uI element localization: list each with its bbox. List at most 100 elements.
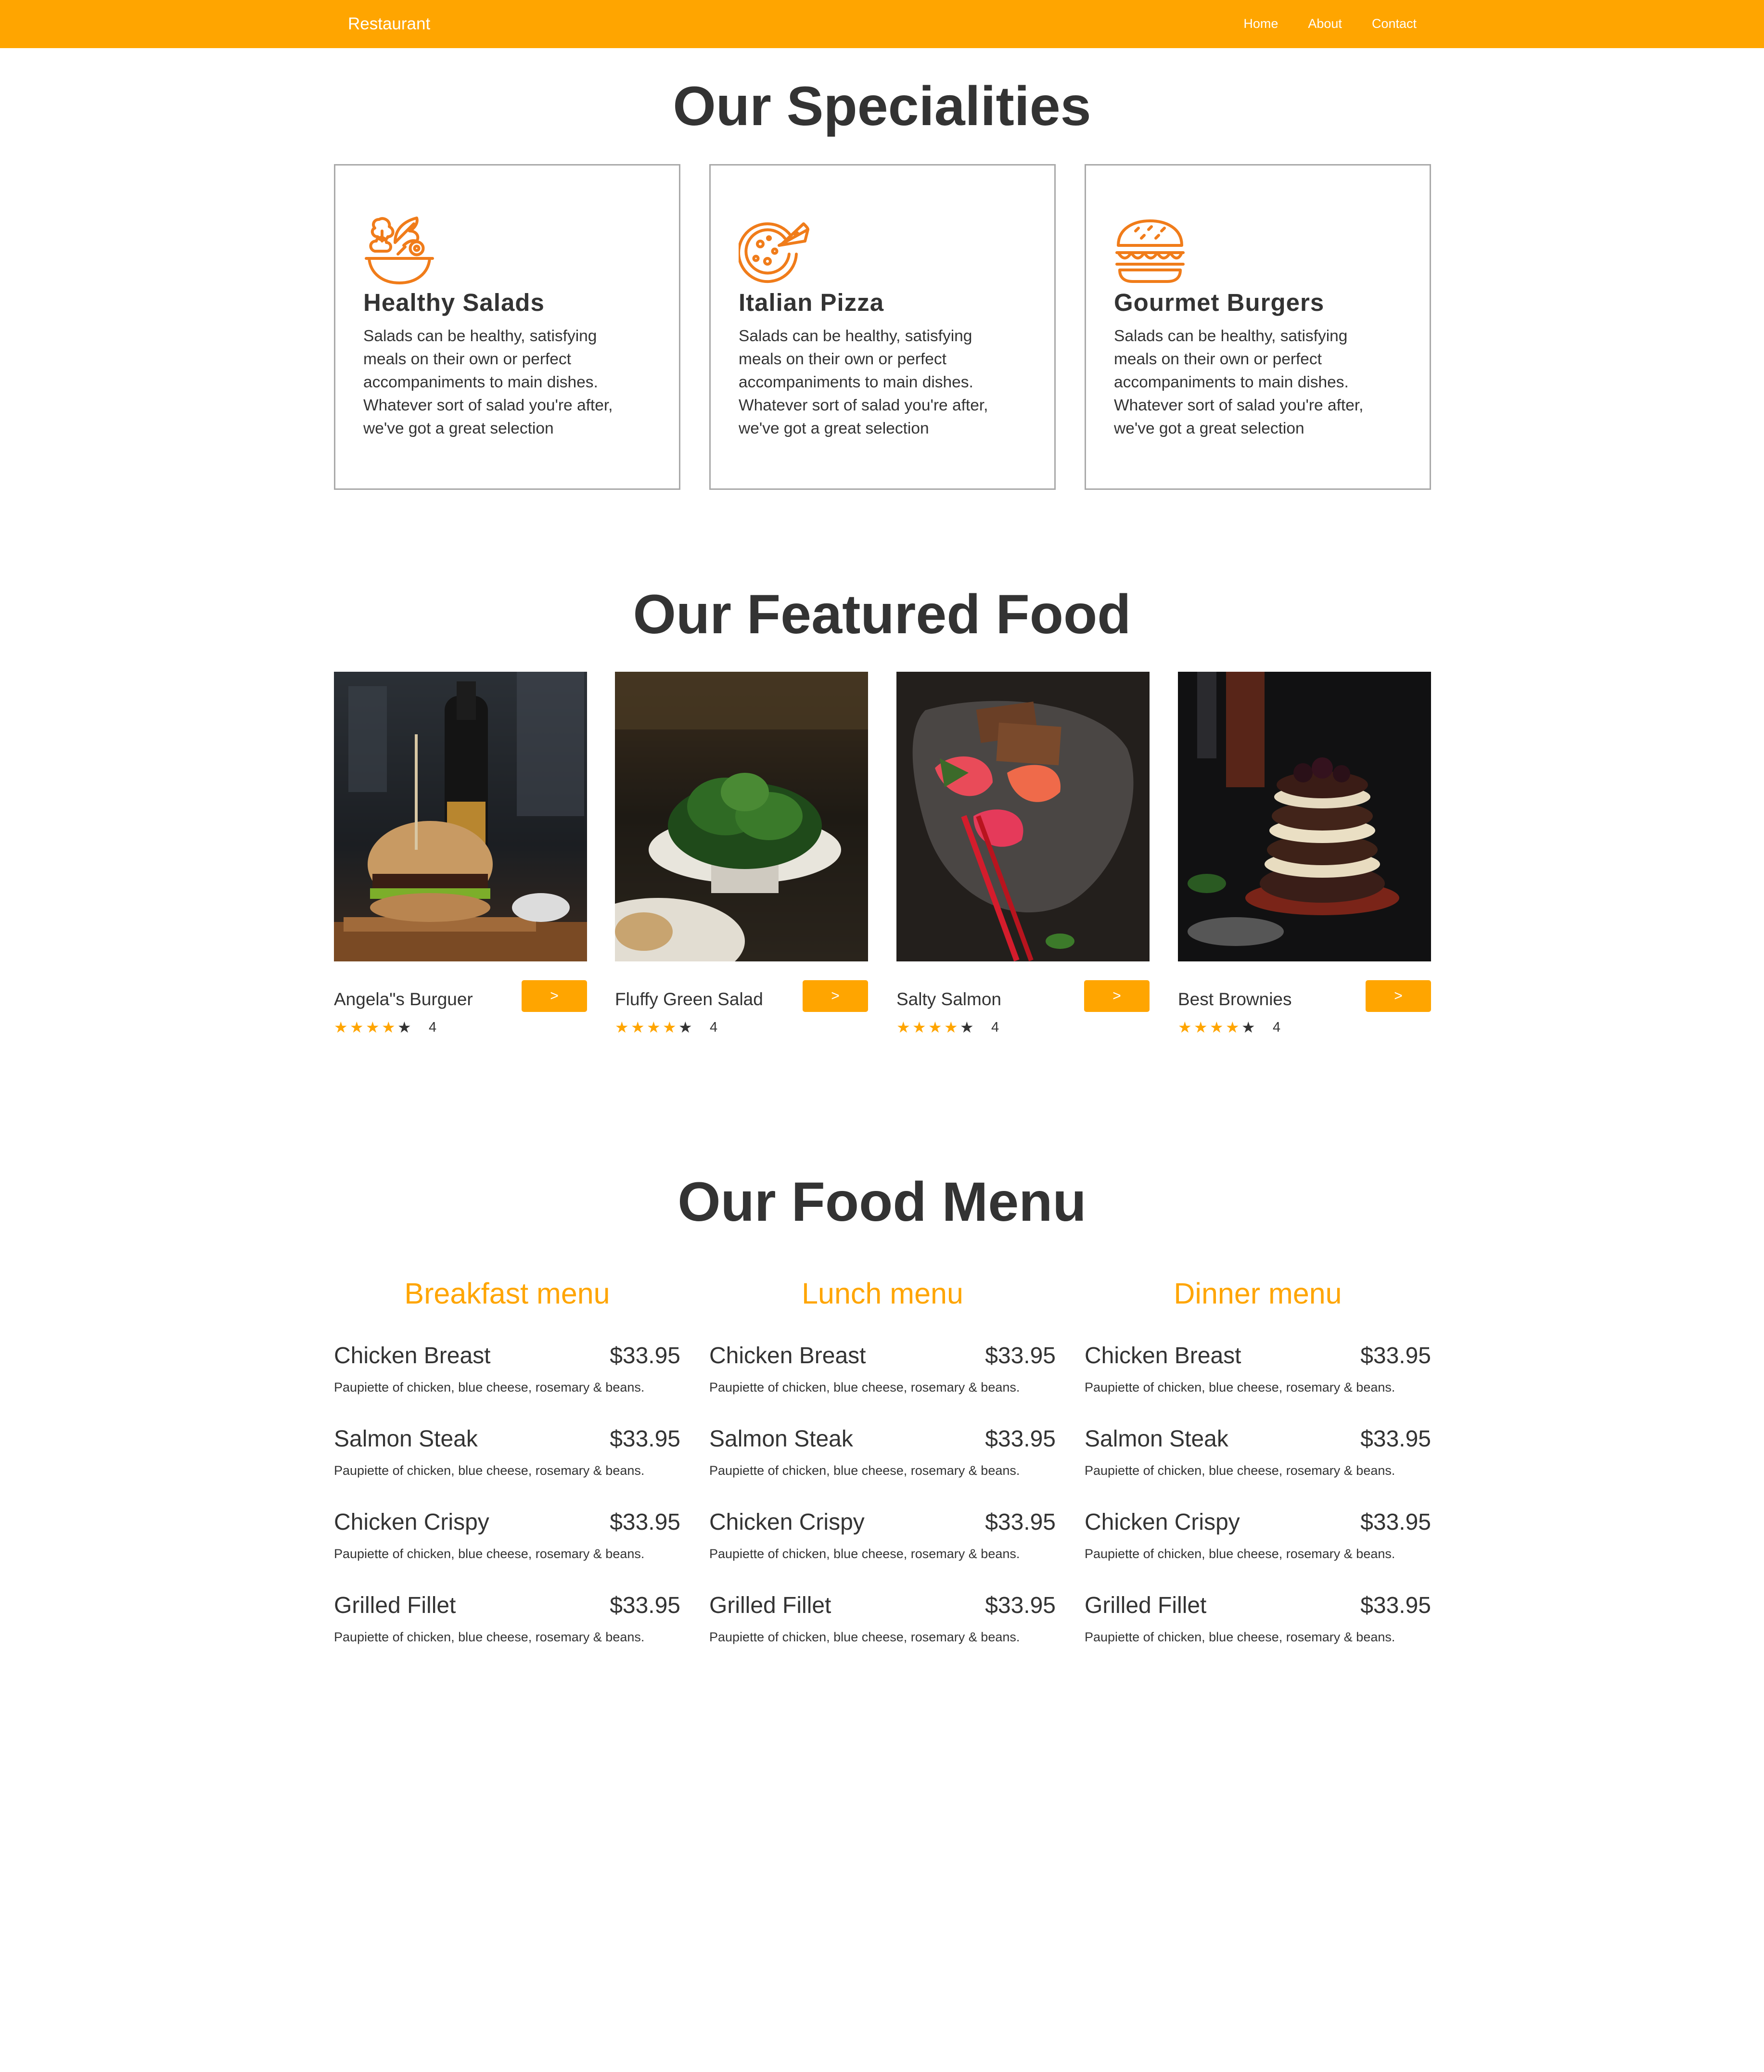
menu-title: Our Food Menu xyxy=(677,1171,1087,1233)
food-rating: ★ ★ ★ ★ ★ 4 xyxy=(896,1019,999,1036)
menu-item-price: $33.95 xyxy=(610,1426,680,1452)
menu-item-name: Chicken Breast xyxy=(709,1343,866,1369)
menu-item-description: Paupiette of chicken, blue cheese, rosem… xyxy=(1085,1380,1395,1394)
menu-item-price: $33.95 xyxy=(610,1343,680,1369)
speciality-description: Salads can be healthy, satisfying meals … xyxy=(363,327,613,437)
menu-item-description: Paupiette of chicken, blue cheese, rosem… xyxy=(334,1463,645,1478)
food-rating: ★ ★ ★ ★ ★ 4 xyxy=(334,1019,436,1036)
speciality-card-salads: Healthy Salads Salads can be healthy, sa… xyxy=(334,164,680,490)
food-name: Angela"s Burguer xyxy=(334,989,473,1009)
brand-logo[interactable]: Restaurant xyxy=(348,14,430,34)
star-icon: ★ xyxy=(1226,1019,1240,1036)
star-icon: ★ xyxy=(631,1019,645,1036)
speciality-card-burgers: Gourmet Burgers Salads can be healthy, s… xyxy=(1085,164,1431,490)
menu-item-price: $33.95 xyxy=(985,1343,1056,1369)
food-image-brownies[interactable] xyxy=(1178,672,1431,961)
food-name: Salty Salmon xyxy=(896,989,1001,1009)
star-icon: ★ xyxy=(350,1019,364,1036)
food-details-button[interactable]: > xyxy=(1084,980,1150,1012)
food-details-button[interactable]: > xyxy=(522,980,587,1012)
menu-item-name: Salmon Steak xyxy=(709,1426,853,1452)
nav-links: Home About Contact xyxy=(1214,15,1417,32)
menu-heading-lunch: Lunch menu xyxy=(802,1277,963,1310)
speciality-description: Salads can be healthy, satisfying meals … xyxy=(1114,327,1364,437)
star-icon: ★ xyxy=(960,1019,974,1036)
food-details-button[interactable]: > xyxy=(803,980,868,1012)
star-icon: ★ xyxy=(1178,1019,1192,1036)
food-image-salmon[interactable] xyxy=(896,672,1150,961)
menu-item-name: Grilled Fillet xyxy=(334,1593,456,1618)
star-icon: ★ xyxy=(334,1019,348,1036)
nav-link-about[interactable]: About xyxy=(1308,15,1342,32)
food-details-button[interactable]: > xyxy=(1366,980,1431,1012)
speciality-card-pizza: Italian Pizza Salads can be healthy, sat… xyxy=(709,164,1056,490)
star-icon: ★ xyxy=(647,1019,661,1036)
star-icon: ★ xyxy=(678,1019,692,1036)
menu-heading-dinner: Dinner menu xyxy=(1174,1277,1342,1310)
rating-value: 4 xyxy=(1273,1020,1281,1035)
menu-item-name: Chicken Crispy xyxy=(709,1509,865,1535)
rating-value: 4 xyxy=(710,1020,718,1035)
food-image-salad[interactable] xyxy=(615,672,868,961)
menu-item-price: $33.95 xyxy=(610,1593,680,1618)
menu-item-description: Paupiette of chicken, blue cheese, rosem… xyxy=(709,1463,1020,1478)
food-name: Fluffy Green Salad xyxy=(615,989,763,1009)
menu-heading-breakfast: Breakfast menu xyxy=(404,1277,610,1310)
star-icon: ★ xyxy=(397,1019,411,1036)
star-icon: ★ xyxy=(944,1019,958,1036)
menu-item-description: Paupiette of chicken, blue cheese, rosem… xyxy=(709,1547,1020,1561)
speciality-title: Gourmet Burgers xyxy=(1114,289,1325,316)
menu-item-price: $33.95 xyxy=(1360,1509,1431,1535)
menu-item-price: $33.95 xyxy=(985,1509,1056,1535)
nav-link-contact[interactable]: Contact xyxy=(1372,15,1417,32)
star-icon: ★ xyxy=(1210,1019,1224,1036)
food-rating: ★ ★ ★ ★ ★ 4 xyxy=(615,1019,717,1036)
menu-item-price: $33.95 xyxy=(1360,1426,1431,1452)
star-icon: ★ xyxy=(366,1019,380,1036)
star-icon: ★ xyxy=(615,1019,629,1036)
menu-item-price: $33.95 xyxy=(610,1509,680,1535)
menu-item-name: Salmon Steak xyxy=(1085,1426,1228,1452)
nav-link-home[interactable]: Home xyxy=(1243,15,1278,32)
menu-item-name: Chicken Crispy xyxy=(334,1509,489,1535)
menu-item-price: $33.95 xyxy=(985,1593,1056,1618)
featured-title: Our Featured Food xyxy=(633,584,1131,645)
menu-item-description: Paupiette of chicken, blue cheese, rosem… xyxy=(334,1630,645,1644)
speciality-title: Italian Pizza xyxy=(739,289,884,316)
salad-bowl-icon xyxy=(363,214,435,286)
star-icon: ★ xyxy=(663,1019,677,1036)
burger-icon xyxy=(1114,214,1186,286)
star-icon: ★ xyxy=(912,1019,926,1036)
food-image-burger[interactable] xyxy=(334,672,587,961)
star-icon: ★ xyxy=(896,1019,910,1036)
menu-item-description: Paupiette of chicken, blue cheese, rosem… xyxy=(1085,1547,1395,1561)
speciality-description: Salads can be healthy, satisfying meals … xyxy=(739,327,988,437)
menu-item-name: Grilled Fillet xyxy=(1085,1593,1207,1618)
rating-value: 4 xyxy=(429,1020,437,1035)
menu-item-name: Chicken Breast xyxy=(1085,1343,1241,1369)
menu-item-description: Paupiette of chicken, blue cheese, rosem… xyxy=(709,1380,1020,1394)
specialities-title: Our Specialities xyxy=(673,76,1091,137)
menu-item-name: Chicken Breast xyxy=(334,1343,491,1369)
pizza-icon xyxy=(739,214,811,286)
speciality-title: Healthy Salads xyxy=(363,289,545,316)
menu-item-name: Chicken Crispy xyxy=(1085,1509,1240,1535)
menu-item-price: $33.95 xyxy=(1360,1343,1431,1369)
menu-item-description: Paupiette of chicken, blue cheese, rosem… xyxy=(334,1547,645,1561)
star-icon: ★ xyxy=(1194,1019,1208,1036)
star-icon: ★ xyxy=(1241,1019,1255,1036)
menu-item-price: $33.95 xyxy=(985,1426,1056,1452)
food-name: Best Brownies xyxy=(1178,989,1292,1009)
menu-item-name: Salmon Steak xyxy=(334,1426,478,1452)
rating-value: 4 xyxy=(991,1020,999,1035)
menu-item-price: $33.95 xyxy=(1360,1593,1431,1618)
menu-item-description: Paupiette of chicken, blue cheese, rosem… xyxy=(709,1630,1020,1644)
food-rating: ★ ★ ★ ★ ★ 4 xyxy=(1178,1019,1280,1036)
navbar: Restaurant Home About Contact xyxy=(0,0,1764,48)
star-icon: ★ xyxy=(928,1019,942,1036)
menu-item-name: Grilled Fillet xyxy=(709,1593,831,1618)
menu-item-description: Paupiette of chicken, blue cheese, rosem… xyxy=(1085,1463,1395,1478)
menu-item-description: Paupiette of chicken, blue cheese, rosem… xyxy=(334,1380,645,1394)
menu-item-description: Paupiette of chicken, blue cheese, rosem… xyxy=(1085,1630,1395,1644)
star-icon: ★ xyxy=(382,1019,396,1036)
